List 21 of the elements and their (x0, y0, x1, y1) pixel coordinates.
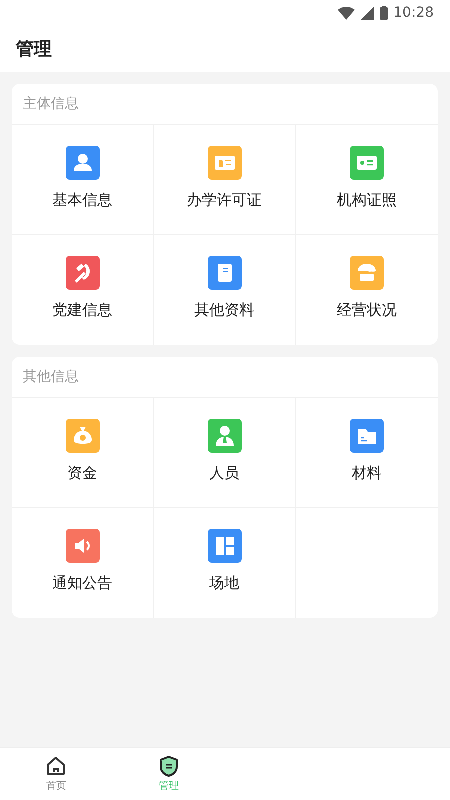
menu-tile[interactable]: 办学许可证 (154, 125, 296, 235)
menu-tile[interactable]: 其他资料 (154, 235, 296, 345)
menu-tile[interactable]: 基本信息 (12, 125, 154, 235)
page-title: 管理 (16, 38, 52, 61)
menu-tile[interactable]: 机构证照 (296, 125, 438, 235)
menu-tile[interactable]: 经营状况 (296, 235, 438, 345)
battery-icon (380, 6, 388, 20)
signal-icon (360, 6, 374, 20)
shield-icon (158, 755, 180, 777)
menu-tile[interactable]: 通知公告 (12, 508, 154, 618)
wifi-icon (338, 6, 355, 20)
menu-tile[interactable]: 场地 (154, 508, 296, 618)
menu-tile[interactable]: 资金 (12, 398, 154, 508)
menu-tile[interactable]: 材料 (296, 398, 438, 508)
menu-tile[interactable]: 人员 (154, 398, 296, 508)
section-title: 主体信息 (23, 95, 79, 113)
menu-tile[interactable]: 党建信息 (12, 235, 154, 345)
section-title: 其他信息 (23, 368, 79, 386)
nav-tab[interactable]: 首页 (0, 748, 112, 800)
clock-time: 10:28 (394, 5, 434, 21)
home-icon (45, 755, 68, 777)
